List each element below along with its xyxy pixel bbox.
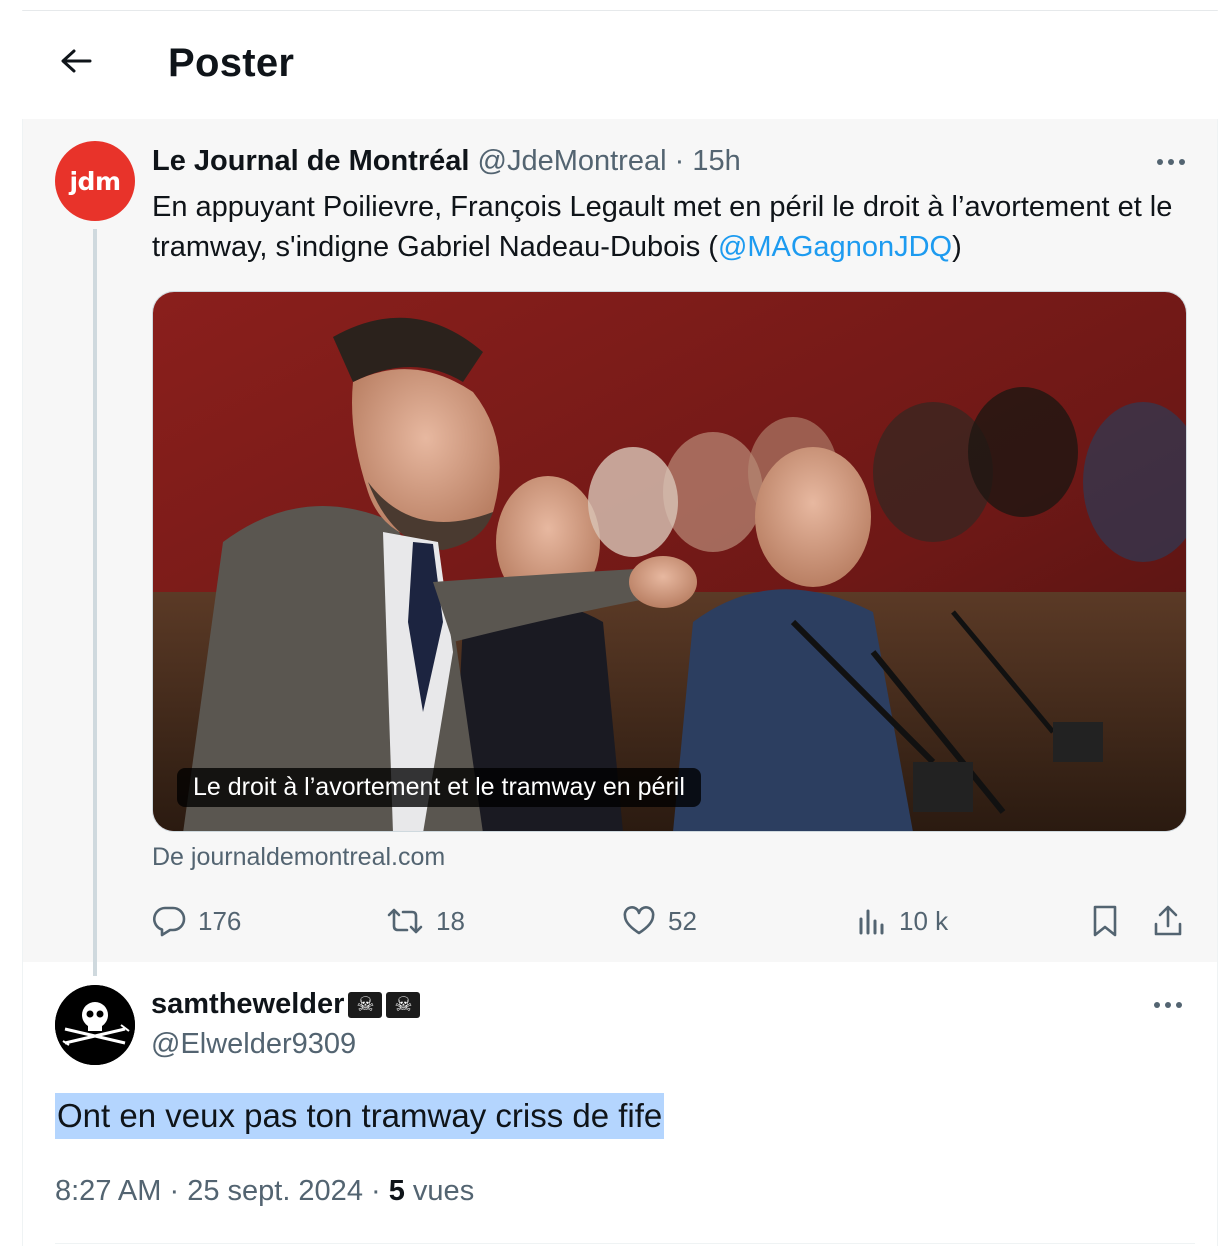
parent-tweet[interactable]: jdm Le Journal de Montréal @JdeMontreal … xyxy=(23,119,1217,962)
reply-icon xyxy=(153,906,186,937)
page-header: Poster xyxy=(22,11,1218,119)
news-photo xyxy=(153,292,1186,831)
repost-icon xyxy=(387,908,423,934)
separator: · xyxy=(674,145,685,177)
avatar-text: jdm xyxy=(69,166,121,196)
share-icon xyxy=(1154,905,1182,936)
arrow-left-icon xyxy=(61,49,92,73)
reply-text: Ont en veux pas ton tramway criss de fif… xyxy=(55,1093,665,1139)
link-card-image[interactable]: Le droit à l’avortement et le tramway en… xyxy=(152,291,1187,832)
back-button[interactable] xyxy=(56,41,96,81)
more-dot-icon xyxy=(1154,1002,1160,1008)
author-name[interactable]: Le Journal de Montréal xyxy=(152,145,469,177)
tweet-time[interactable]: 8:27 AM xyxy=(55,1175,161,1207)
views-icon xyxy=(859,909,884,935)
pirate-flag-icon: ☠ xyxy=(386,991,421,1018)
views-count: 10 k xyxy=(899,905,949,936)
tweet-header: Le Journal de Montréal @JdeMontreal · 15… xyxy=(152,145,741,178)
separator: · xyxy=(161,1175,188,1207)
divider xyxy=(55,1243,1195,1244)
share-button[interactable] xyxy=(1152,899,1184,943)
like-count: 52 xyxy=(668,905,697,936)
more-dot-icon xyxy=(1176,1002,1182,1008)
avatar[interactable] xyxy=(55,985,135,1065)
more-dot-icon xyxy=(1157,159,1163,165)
more-options-button[interactable] xyxy=(1151,147,1191,177)
tweet-date[interactable]: 25 sept. 2024 xyxy=(187,1175,363,1207)
repost-button[interactable]: 18 xyxy=(386,899,465,943)
mention-link[interactable]: @MAGagnonJDQ xyxy=(718,231,952,263)
repost-count: 18 xyxy=(436,905,465,936)
like-button[interactable]: 52 xyxy=(622,899,697,943)
author-handle[interactable]: @Elwelder9309 xyxy=(151,1028,356,1061)
bookmark-button[interactable] xyxy=(1090,899,1120,943)
heart-icon xyxy=(623,906,655,935)
tweet-text-body: En appuyant Poilievre, François Legault … xyxy=(152,191,1173,263)
thread-line xyxy=(93,229,97,976)
jolly-roger-icon xyxy=(55,985,135,1065)
more-dot-icon xyxy=(1168,159,1174,165)
reply-count: 176 xyxy=(198,905,242,936)
tweet-meta: 8:27 AM · 25 sept. 2024 · 5 vues xyxy=(55,1175,474,1208)
views-label: vues xyxy=(404,1175,475,1207)
avatar[interactable]: jdm xyxy=(55,141,135,221)
reply-button[interactable]: 176 xyxy=(152,899,241,943)
more-options-button[interactable] xyxy=(1148,990,1188,1020)
page-title: Poster xyxy=(168,41,295,85)
pirate-flag-icon: ☠ xyxy=(348,991,383,1018)
tweet-actions: 176 18 52 10 k xyxy=(152,899,1192,943)
separator: · xyxy=(362,1175,389,1207)
tweet-text: En appuyant Poilievre, François Legault … xyxy=(152,187,1182,267)
author-name: samthewelder xyxy=(151,988,345,1020)
views-button[interactable]: 10 k xyxy=(857,899,948,943)
tweet-time[interactable]: 15h xyxy=(692,145,740,177)
views-count: 5 xyxy=(388,1175,405,1207)
more-dot-icon xyxy=(1165,1002,1171,1008)
image-caption: Le droit à l’avortement et le tramway en… xyxy=(177,768,701,807)
more-dot-icon xyxy=(1179,159,1185,165)
link-source[interactable]: De journaldemontreal.com xyxy=(152,843,445,872)
bookmark-icon xyxy=(1093,905,1117,937)
author-handle[interactable]: @JdeMontreal xyxy=(478,145,667,177)
tweet-text-end: ) xyxy=(952,231,962,263)
reply-author-name[interactable]: samthewelder ☠ ☠ xyxy=(151,988,421,1021)
